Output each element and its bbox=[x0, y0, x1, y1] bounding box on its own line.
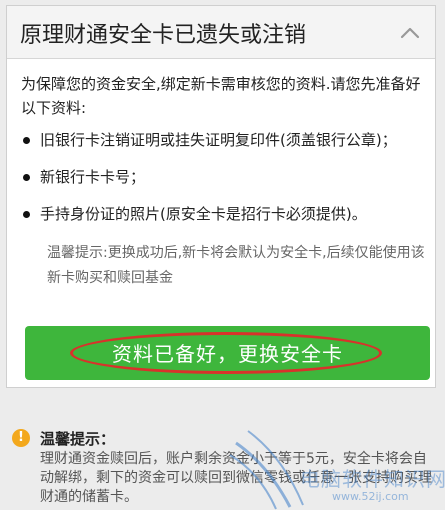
intro-text: 为保障您的资金安全,绑定新卡需审核您的资料.请您先准备好以下资料: bbox=[21, 75, 421, 117]
lost-card-panel: 原理财通安全卡已遗失或注销 为保障您的资金安全,绑定新卡需审核您的资料.请您先准… bbox=[6, 5, 436, 388]
change-security-card-button[interactable]: 资料已备好，更换安全卡 bbox=[25, 326, 430, 380]
bullet-icon bbox=[23, 211, 30, 218]
bullet-icon bbox=[23, 174, 30, 181]
highlight-ring bbox=[70, 332, 382, 374]
tip-text: 温馨提示:更换成功后,新卡将会默认为安全卡,后续仅能使用该新卡购买和赎回基金 bbox=[47, 245, 425, 286]
watermark-text: 电脑软件知识网 bbox=[300, 467, 445, 491]
panel-title: 原理财通安全卡已遗失或注销 bbox=[20, 23, 307, 48]
bullet-icon bbox=[23, 137, 30, 144]
list-item: 旧银行卡注销证明或挂失证明复印件(须盖银行公章)； bbox=[21, 128, 426, 165]
requirements-list: 旧银行卡注销证明或挂失证明复印件(须盖银行公章)； 新银行卡卡号； 手持身份证的… bbox=[21, 128, 426, 239]
info-icon: ! bbox=[12, 429, 30, 447]
notice-title: 温馨提示： bbox=[40, 430, 116, 448]
list-item: 新银行卡卡号； bbox=[21, 165, 426, 202]
list-item: 手持身份证的照片(原安全卡是招行卡必须提供)。 bbox=[21, 202, 426, 239]
requirement-text: 旧银行卡注销证明或挂失证明复印件(须盖银行公章)； bbox=[40, 131, 397, 149]
panel-header[interactable]: 原理财通安全卡已遗失或注销 bbox=[7, 6, 435, 59]
watermark-url: www.52ij.com bbox=[332, 490, 409, 503]
requirement-text: 新银行卡卡号； bbox=[40, 168, 146, 186]
chevron-up-icon[interactable] bbox=[399, 22, 421, 44]
requirement-text: 手持身份证的照片(原安全卡是招行卡必须提供)。 bbox=[40, 205, 367, 223]
